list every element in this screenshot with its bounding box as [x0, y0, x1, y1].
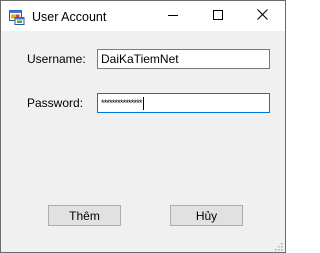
minimize-button[interactable] [150, 1, 195, 31]
password-masked-value: *************** [101, 98, 142, 108]
minimize-icon [167, 9, 178, 23]
window-title: User Account [32, 10, 107, 24]
password-label: Password: [27, 96, 84, 110]
resize-grip-icon[interactable] [273, 240, 283, 251]
cancel-button-label: Hủy [195, 208, 218, 223]
username-field[interactable]: DaiKaTiemNet [97, 49, 270, 69]
maximize-button[interactable] [195, 1, 240, 31]
windows-form-icon [9, 9, 25, 25]
password-field[interactable]: *************** [97, 93, 270, 113]
close-button[interactable] [240, 1, 285, 31]
cancel-button[interactable]: Hủy [170, 205, 243, 226]
add-button-label: Thêm [69, 208, 100, 223]
add-button[interactable]: Thêm [48, 205, 121, 226]
user-account-window: User Account Username: DaiKaTiemNet Pass… [0, 0, 286, 253]
close-icon [257, 9, 268, 23]
password-value-wrapper: *************** [101, 96, 144, 111]
title-bar[interactable]: User Account [1, 1, 285, 31]
username-label: Username: [27, 52, 86, 66]
username-value: DaiKaTiemNet [101, 52, 179, 66]
maximize-icon [212, 9, 223, 23]
text-caret [142, 97, 144, 111]
